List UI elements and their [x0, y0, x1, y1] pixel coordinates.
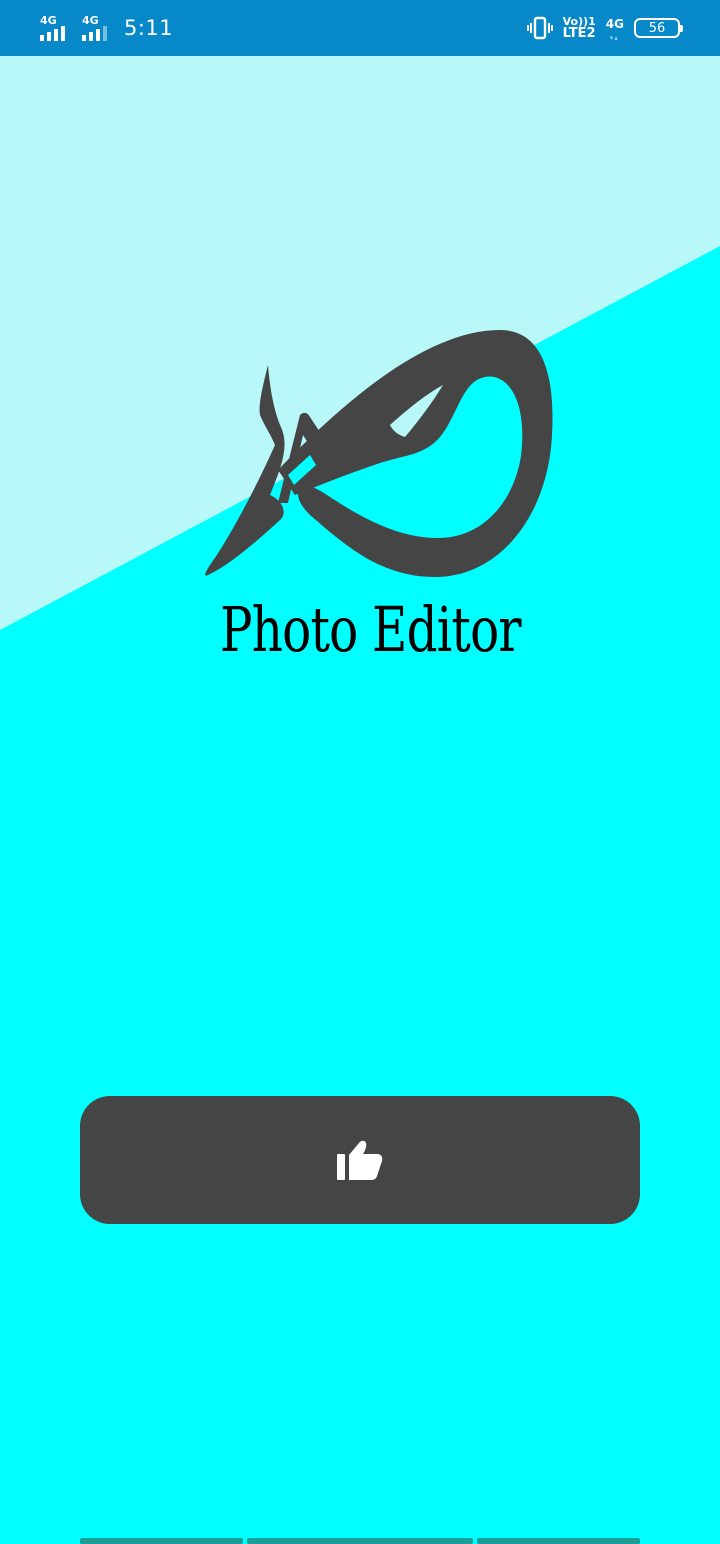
vibrate-icon — [526, 16, 553, 40]
bottom-indicator — [80, 1538, 640, 1544]
status-bar: 4G 4G 5:11 Vo))1 LTE2 4G ▾▴ 56 — [0, 0, 720, 56]
status-time: 5:11 — [124, 16, 174, 40]
sim1-signal-icon: 4G — [38, 13, 72, 43]
thumbs-up-icon — [337, 1140, 383, 1180]
indicator-segment — [80, 1538, 243, 1544]
sim2-signal-icon: 4G — [80, 13, 114, 43]
like-button[interactable] — [80, 1096, 640, 1224]
status-bar-left: 4G 4G 5:11 — [38, 10, 173, 46]
data-network-label: 4G — [605, 17, 624, 31]
indicator-segment — [247, 1538, 473, 1544]
swirl-logo-icon — [205, 330, 553, 577]
volte-indicator: Vo))1 LTE2 — [562, 16, 596, 41]
sim1-network-label: 4G — [40, 14, 57, 27]
splash-background — [0, 56, 720, 1544]
indicator-segment — [477, 1538, 640, 1544]
data-activity-icon: ▾▴ — [609, 34, 619, 42]
volte-bottom-label: LTE2 — [562, 26, 596, 41]
data-network-indicator: 4G ▾▴ — [605, 17, 624, 42]
battery-icon: 56 — [634, 18, 683, 38]
logo-text: Photo Editor — [220, 593, 522, 666]
battery-level: 56 — [648, 20, 666, 36]
sim2-network-label: 4G — [82, 14, 99, 27]
status-bar-right: Vo))1 LTE2 4G ▾▴ 56 — [526, 12, 683, 44]
